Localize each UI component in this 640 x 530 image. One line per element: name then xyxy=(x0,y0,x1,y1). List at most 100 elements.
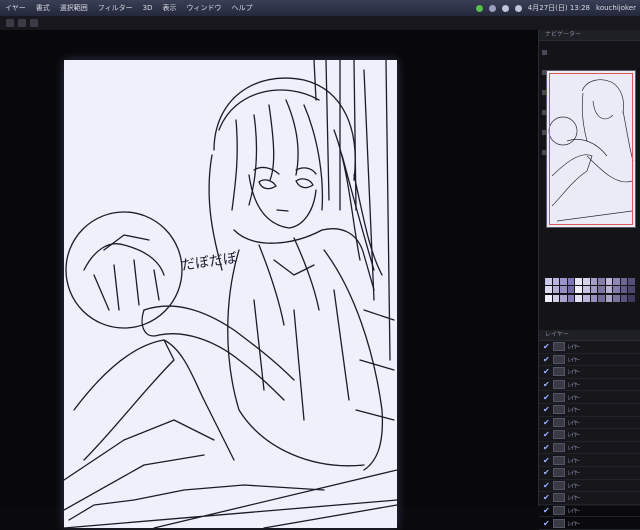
sketch-artwork: だぼだぼ xyxy=(64,60,397,528)
color-swatch[interactable] xyxy=(628,294,635,302)
color-swatch[interactable] xyxy=(567,286,575,294)
color-swatch[interactable] xyxy=(605,286,613,294)
layer-row[interactable]: ✔ ﾚｲﾔｰ xyxy=(539,404,640,417)
layer-row[interactable]: ✔ ﾚｲﾔｰ xyxy=(539,505,640,518)
color-swatch[interactable] xyxy=(545,286,552,294)
layer-row[interactable]: ✔ ﾚｲﾔｰ xyxy=(539,517,640,530)
layer-row[interactable]: ✔ ﾚｲﾔｰ xyxy=(539,467,640,480)
layer-row[interactable]: ✔ ﾚｲﾔｰ xyxy=(539,417,640,430)
drawing-canvas[interactable]: だぼだぼ xyxy=(64,60,397,528)
visibility-check-icon[interactable]: ✔ xyxy=(543,355,553,364)
visibility-check-icon[interactable]: ✔ xyxy=(543,393,553,402)
layer-thumbnail xyxy=(553,405,565,415)
layer-row[interactable]: ✔ ﾚｲﾔｰ xyxy=(539,354,640,367)
color-swatch[interactable] xyxy=(552,278,560,285)
layer-row[interactable]: ✔ ﾚｲﾔｰ xyxy=(539,379,640,392)
color-swatch[interactable] xyxy=(620,294,628,302)
visibility-check-icon[interactable]: ✔ xyxy=(543,481,553,490)
visibility-check-icon[interactable]: ✔ xyxy=(543,342,553,351)
visibility-check-icon[interactable]: ✔ xyxy=(543,468,553,477)
tool-preset-icon[interactable] xyxy=(6,19,14,27)
menu-item-window[interactable]: ウィンドウ xyxy=(182,3,227,13)
navigator-thumbnail[interactable] xyxy=(546,70,636,228)
color-swatch[interactable] xyxy=(613,294,620,302)
color-swatch[interactable] xyxy=(598,278,605,285)
menu-item-filter[interactable]: フィルター xyxy=(93,3,138,13)
layer-row[interactable]: ✔ ﾚｲﾔｰ xyxy=(539,442,640,455)
navigator-view-box[interactable] xyxy=(549,73,633,225)
color-swatch[interactable] xyxy=(545,278,552,285)
layer-thumbnail xyxy=(553,367,565,377)
panel-tool-icon[interactable] xyxy=(542,50,547,55)
color-swatch[interactable] xyxy=(582,286,590,294)
menu-item-help[interactable]: ヘルプ xyxy=(227,3,258,13)
color-swatch[interactable] xyxy=(545,294,552,302)
color-swatch[interactable] xyxy=(560,286,567,294)
visibility-check-icon[interactable]: ✔ xyxy=(543,519,553,528)
visibility-check-icon[interactable]: ✔ xyxy=(543,506,553,515)
layer-name: ﾚｲﾔｰ xyxy=(568,356,581,364)
layer-thumbnail xyxy=(553,430,565,440)
visibility-check-icon[interactable]: ✔ xyxy=(543,456,553,465)
visibility-check-icon[interactable]: ✔ xyxy=(543,443,553,452)
visibility-check-icon[interactable]: ✔ xyxy=(543,405,553,414)
layer-row[interactable]: ✔ ﾚｲﾔｰ xyxy=(539,341,640,354)
color-swatch[interactable] xyxy=(575,278,582,285)
layer-row[interactable]: ✔ ﾚｲﾔｰ xyxy=(539,366,640,379)
menu-item-select[interactable]: 選択範囲 xyxy=(55,3,93,13)
color-swatch[interactable] xyxy=(590,294,598,302)
color-swatch[interactable] xyxy=(552,286,560,294)
mode-icon[interactable] xyxy=(30,19,38,27)
visibility-check-icon[interactable]: ✔ xyxy=(543,380,553,389)
color-swatch[interactable] xyxy=(613,278,620,285)
menu-item-3d[interactable]: 3D xyxy=(138,4,158,12)
menu-item-layer[interactable]: イヤー xyxy=(0,3,31,13)
brush-size-icon[interactable] xyxy=(18,19,26,27)
visibility-check-icon[interactable]: ✔ xyxy=(543,493,553,502)
layer-row[interactable]: ✔ ﾚｲﾔｰ xyxy=(539,492,640,505)
color-swatch[interactable] xyxy=(620,286,628,294)
visibility-check-icon[interactable]: ✔ xyxy=(543,430,553,439)
layer-name: ﾚｲﾔｰ xyxy=(568,508,581,516)
color-swatch[interactable] xyxy=(552,294,560,302)
color-swatch[interactable] xyxy=(598,294,605,302)
color-swatch[interactable] xyxy=(590,286,598,294)
color-swatch[interactable] xyxy=(560,294,567,302)
color-swatch[interactable] xyxy=(575,286,582,294)
layer-thumbnail xyxy=(553,342,565,352)
menu-item-type[interactable]: 書式 xyxy=(31,3,55,13)
color-swatch[interactable] xyxy=(582,294,590,302)
tray-sync-icon[interactable] xyxy=(488,4,496,12)
color-swatch[interactable] xyxy=(605,294,613,302)
layer-row[interactable]: ✔ ﾚｲﾔｰ xyxy=(539,454,640,467)
color-swatch[interactable] xyxy=(575,294,582,302)
color-swatch[interactable] xyxy=(620,278,628,285)
user-name[interactable]: kouchijoker xyxy=(596,4,636,12)
color-swatch[interactable] xyxy=(628,278,635,285)
color-swatch[interactable] xyxy=(567,278,575,285)
color-swatch[interactable] xyxy=(582,278,590,285)
layers-header[interactable]: レイヤー xyxy=(539,330,640,341)
layers-panel: レイヤー ✔ ﾚｲﾔｰ ✔ ﾚｲﾔｰ ✔ ﾚｲﾔｰ ✔ ﾚｲﾔｰ ✔ ﾚｲﾔｰ ✔ ﾚｲﾔｰ ✔ ﾚｲﾔｰ… xyxy=(539,330,640,530)
color-swatch[interactable] xyxy=(605,278,613,285)
layer-row[interactable]: ✔ ﾚｲﾔｰ xyxy=(539,429,640,442)
tray-wifi-icon[interactable] xyxy=(501,4,509,12)
color-swatch[interactable] xyxy=(598,286,605,294)
color-swatch[interactable] xyxy=(567,294,575,302)
tray-volume-icon[interactable] xyxy=(514,4,522,12)
layer-thumbnail xyxy=(553,354,565,364)
clock[interactable]: 4月27日(日) 13:28 xyxy=(528,3,590,13)
layer-row[interactable]: ✔ ﾚｲﾔｰ xyxy=(539,480,640,493)
options-bar xyxy=(0,16,640,31)
layer-row[interactable]: ✔ ﾚｲﾔｰ xyxy=(539,391,640,404)
visibility-check-icon[interactable]: ✔ xyxy=(543,418,553,427)
tray-app-icon[interactable] xyxy=(475,4,483,12)
color-swatch[interactable] xyxy=(590,278,598,285)
color-swatch[interactable] xyxy=(560,278,567,285)
navigator-header[interactable]: ナビゲーター xyxy=(539,30,640,41)
color-swatch[interactable] xyxy=(628,286,635,294)
color-swatch[interactable] xyxy=(613,286,620,294)
visibility-check-icon[interactable]: ✔ xyxy=(543,367,553,376)
menu-item-view[interactable]: 表示 xyxy=(158,3,182,13)
layer-thumbnail xyxy=(553,493,565,503)
